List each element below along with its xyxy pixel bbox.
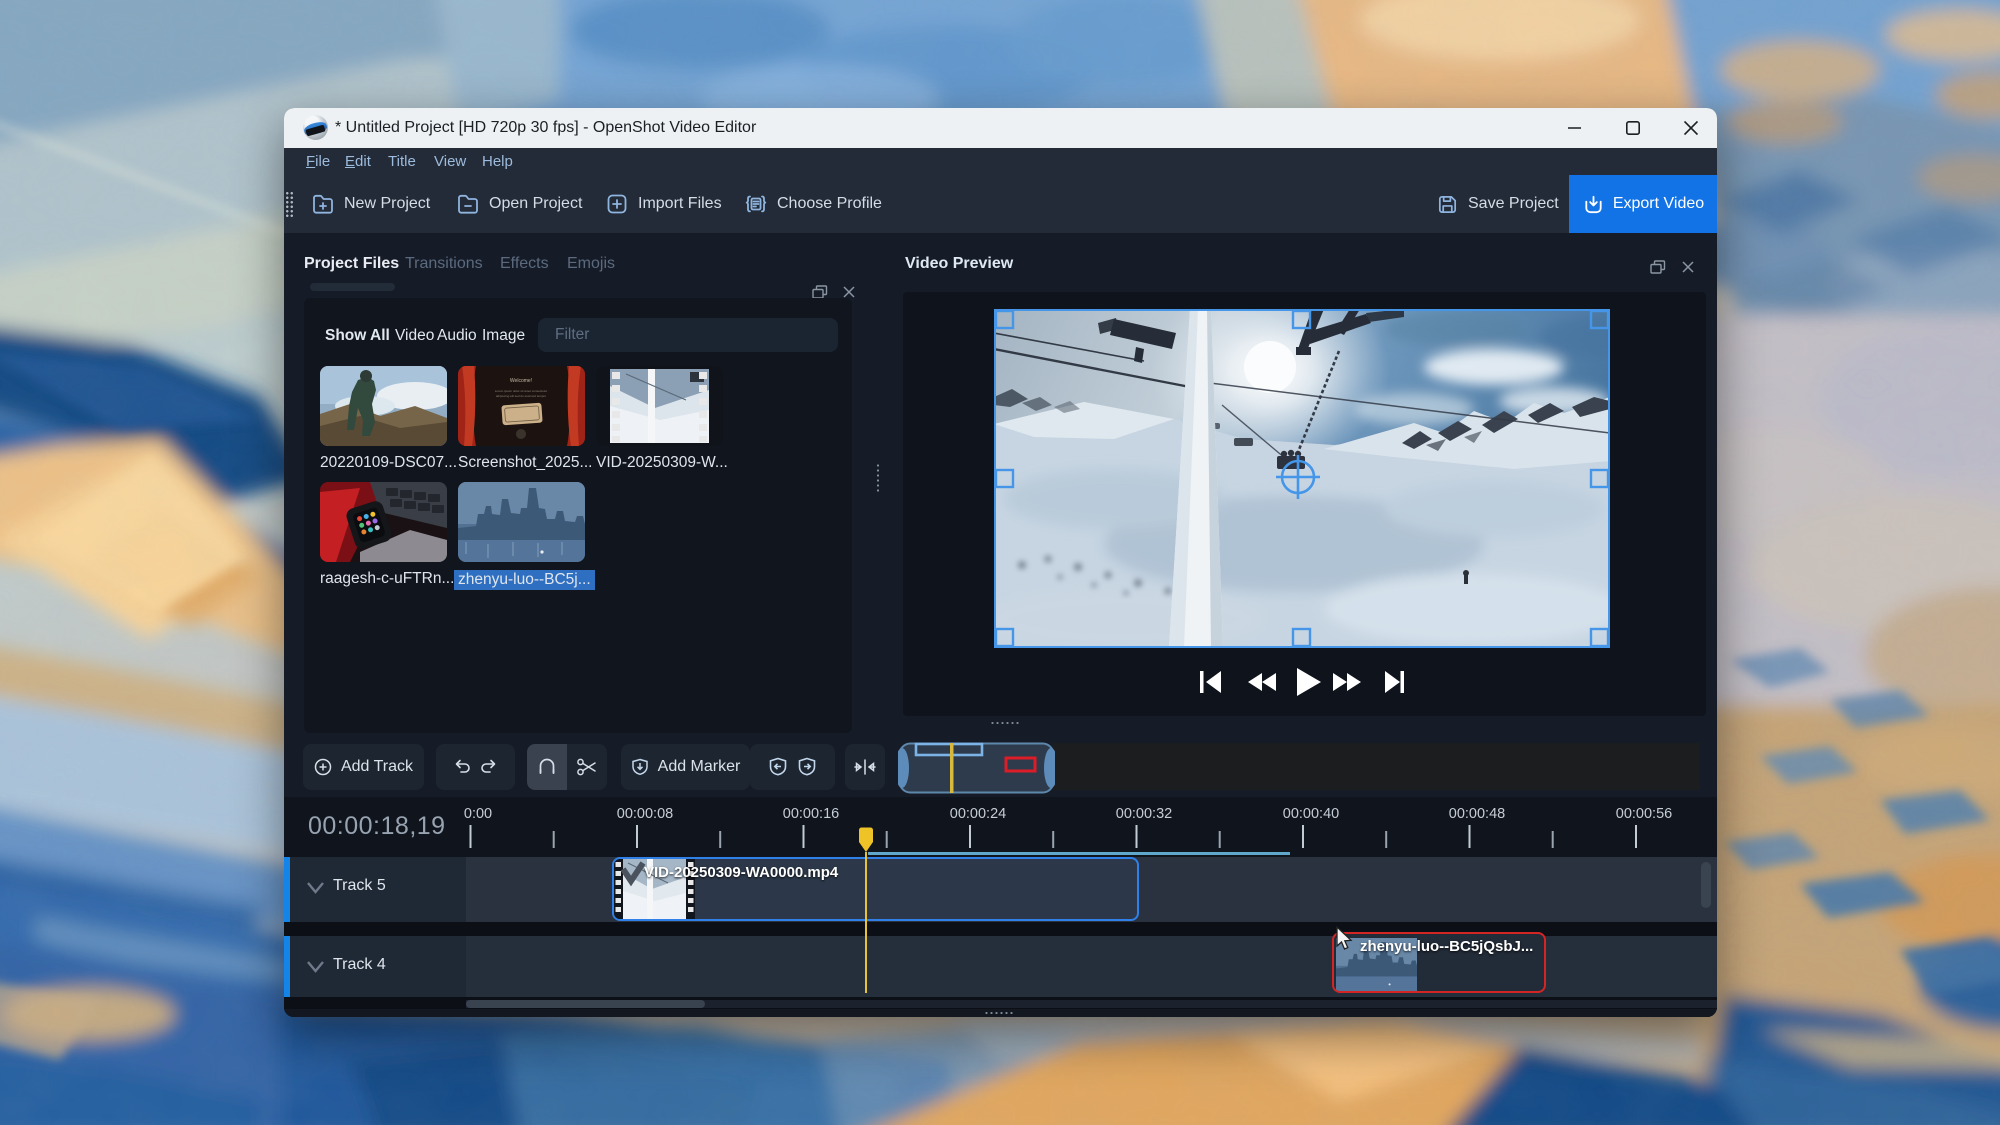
svg-text:Lorem ipsum dolor sit amet con: Lorem ipsum dolor sit amet consectetur <box>495 389 548 393</box>
svg-text:adipiscing elit sed do eiusmod: adipiscing elit sed do eiusmod tempor <box>496 394 546 398</box>
svg-text:Welcome!: Welcome! <box>510 378 532 384</box>
